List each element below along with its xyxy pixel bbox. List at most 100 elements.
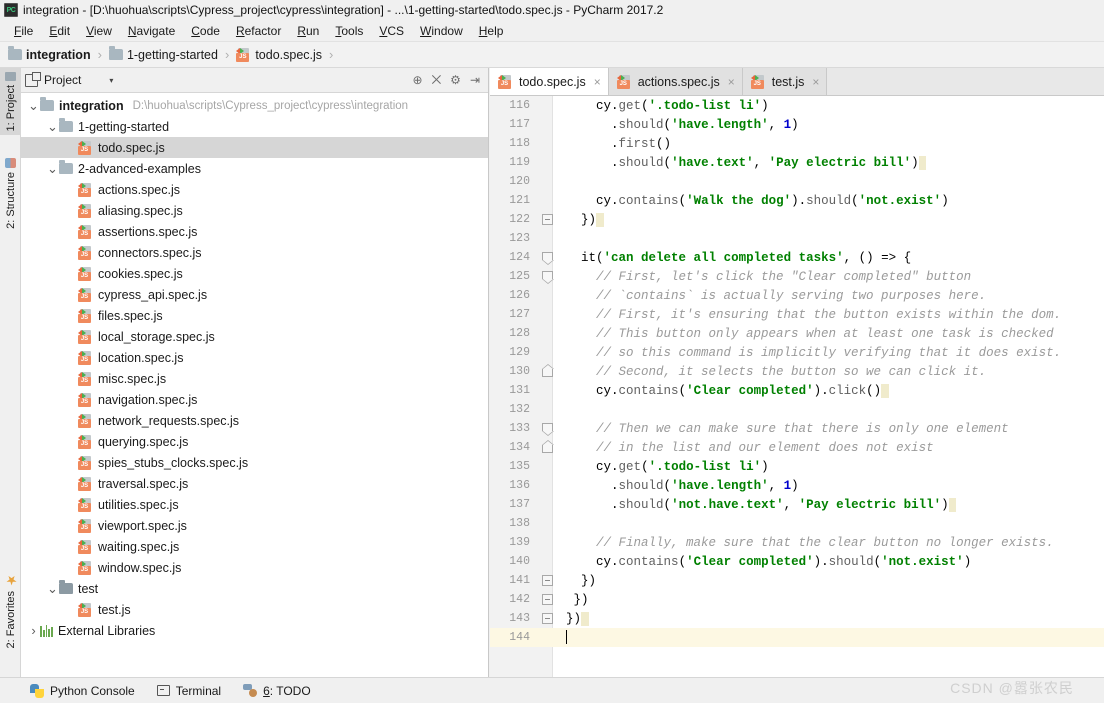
tree-row[interactable]: JS viewport.spec.js — [21, 515, 488, 536]
editor-tab-actions-spec-js[interactable]: JS actions.spec.js × — [608, 68, 743, 95]
fold-icon-flat[interactable] — [542, 575, 553, 586]
code-fold-marker[interactable] — [536, 590, 558, 609]
expand-collapse-icon[interactable]: ⨉ — [432, 74, 442, 86]
tree-row[interactable]: JS window.spec.js — [21, 557, 488, 578]
close-icon[interactable]: × — [594, 75, 601, 89]
fold-icon-flat[interactable] — [542, 214, 553, 225]
fold-icon-flat[interactable] — [542, 613, 553, 624]
menu-item-code[interactable]: Code — [183, 22, 228, 40]
editor-tab-test-js[interactable]: JS test.js × — [742, 68, 828, 95]
chevron-down-icon[interactable]: ⌄ — [46, 161, 59, 177]
settings-gear-icon[interactable]: ⚙ — [450, 74, 461, 86]
editor-tab-todo-spec-js[interactable]: JS todo.spec.js × — [490, 68, 609, 95]
tree-row[interactable]: JS traversal.spec.js — [21, 473, 488, 494]
tree-row[interactable]: ⌄ 2-advanced-examples — [21, 158, 488, 179]
code-fold-marker[interactable] — [536, 210, 558, 229]
menu-item-tools[interactable]: Tools — [327, 22, 371, 40]
status-bar-item-python-console[interactable]: Python Console — [30, 683, 135, 698]
close-icon[interactable]: × — [812, 75, 819, 89]
tree-row[interactable]: JS location.spec.js — [21, 347, 488, 368]
code-line-text: .first() — [611, 136, 672, 151]
menu-item-help[interactable]: Help — [471, 22, 512, 40]
fold-icon-down[interactable] — [542, 423, 554, 436]
tree-row-label: location.spec.js — [98, 350, 184, 365]
close-icon[interactable]: × — [728, 75, 735, 89]
menu-item-file[interactable]: File — [6, 22, 41, 40]
code-fold-marker[interactable] — [536, 248, 558, 267]
code-fold-marker[interactable] — [536, 362, 558, 381]
tree-row[interactable]: JS test.js — [21, 599, 488, 620]
js-test-file-icon: JS — [78, 371, 93, 386]
breadcrumb-item-integration[interactable]: integration — [8, 46, 91, 62]
status-bar-item-terminal[interactable]: Terminal — [156, 684, 221, 698]
project-tree[interactable]: ⌄ integration D:\huohua\scripts\Cypress_pr… — [21, 93, 488, 676]
chevron-down-icon[interactable]: ▾ — [109, 76, 113, 85]
tree-row[interactable]: JS navigation.spec.js — [21, 389, 488, 410]
tool-window-tab-1-project[interactable]: 1: Project — [0, 68, 21, 136]
code-fold-marker[interactable] — [536, 419, 558, 438]
tree-row[interactable]: JS spies_stubs_clocks.spec.js — [21, 452, 488, 473]
code-fold-marker[interactable] — [536, 609, 558, 628]
breadcrumb-item-1-getting-started[interactable]: 1-getting-started — [108, 46, 218, 62]
code-fold-marker[interactable] — [536, 438, 558, 457]
fold-icon-down[interactable] — [542, 271, 554, 284]
tree-row[interactable]: JS waiting.spec.js — [21, 536, 488, 557]
tree-row[interactable]: JS querying.spec.js — [21, 431, 488, 452]
code-line-text: // `contains` is actually serving two pu… — [596, 288, 987, 303]
tree-row[interactable]: JS misc.spec.js — [21, 368, 488, 389]
tree-row[interactable]: ⌄ 1-getting-started — [21, 116, 488, 137]
tree-row[interactable]: JS utilities.spec.js — [21, 494, 488, 515]
tree-row[interactable]: ⌄ test — [21, 578, 488, 599]
js-test-file-icon: JS — [78, 413, 93, 428]
fold-icon-down[interactable] — [542, 252, 554, 265]
menu-item-refactor[interactable]: Refactor — [228, 22, 289, 40]
pycharm-logo-icon: PC — [4, 3, 18, 17]
hide-panel-icon[interactable]: ⇥ — [470, 74, 480, 86]
tree-row[interactable]: JS actions.spec.js — [21, 179, 488, 200]
status-bar-item-6-todo[interactable]: 6: TODO — [243, 684, 311, 698]
menu-item-navigate[interactable]: Navigate — [120, 22, 183, 40]
tool-window-tab-2-favorites[interactable]: ★ 2: Favorites — [0, 568, 21, 652]
code-line: 133 // Then we can make sure that there … — [490, 419, 1104, 438]
code-fold-marker[interactable] — [536, 267, 558, 286]
fold-icon-up[interactable] — [542, 364, 554, 377]
menu-item-edit[interactable]: Edit — [41, 22, 78, 40]
tree-row[interactable]: JS todo.spec.js — [21, 137, 488, 158]
menu-bar[interactable]: File Edit View Navigate Code Refactor Run Tools… — [0, 20, 1104, 42]
locate-icon[interactable]: ⊕ — [413, 74, 423, 86]
editor-tabs[interactable]: JS todo.spec.js × JS actions.spec.js × JS test.… — [490, 68, 1104, 96]
tree-row[interactable]: JS aliasing.spec.js — [21, 200, 488, 221]
menu-item-run[interactable]: Run — [289, 22, 327, 40]
menu-item-window[interactable]: Window — [412, 22, 471, 40]
tool-window-tab-2-structure[interactable]: 2: Structure — [0, 154, 21, 233]
tree-row[interactable]: JS cypress_api.spec.js — [21, 284, 488, 305]
breadcrumb-item-todo-spec-js[interactable]: JS todo.spec.js — [236, 47, 322, 62]
code-editor[interactable]: 116 cy.get('.todo-list li') 117 .should('… — [490, 96, 1104, 677]
menu-item-view[interactable]: View — [78, 22, 120, 40]
menu-item-vcs[interactable]: VCS — [371, 22, 412, 40]
tree-row[interactable]: › External Libraries — [21, 620, 488, 641]
tree-row[interactable]: JS connectors.spec.js — [21, 242, 488, 263]
tree-row-label: files.spec.js — [98, 308, 163, 323]
chevron-right-icon[interactable]: › — [27, 623, 40, 638]
tree-row[interactable]: JS local_storage.spec.js — [21, 326, 488, 347]
tree-row-label: waiting.spec.js — [98, 539, 180, 554]
chevron-down-icon[interactable]: ⌄ — [27, 98, 40, 114]
line-number: 130 — [509, 365, 530, 378]
chevron-down-icon[interactable]: ⌄ — [46, 119, 59, 135]
tree-row[interactable]: ⌄ integration D:\huohua\scripts\Cypress_pr… — [21, 95, 488, 116]
tree-row[interactable]: JS assertions.spec.js — [21, 221, 488, 242]
fold-icon-up[interactable] — [542, 440, 554, 453]
fold-icon-flat[interactable] — [542, 594, 553, 605]
code-fold-marker[interactable] — [536, 571, 558, 590]
tree-row[interactable]: JS files.spec.js — [21, 305, 488, 326]
tree-row[interactable]: JS network_requests.spec.js — [21, 410, 488, 431]
chevron-down-icon[interactable]: ⌄ — [46, 581, 59, 597]
tree-row[interactable]: JS cookies.spec.js — [21, 263, 488, 284]
